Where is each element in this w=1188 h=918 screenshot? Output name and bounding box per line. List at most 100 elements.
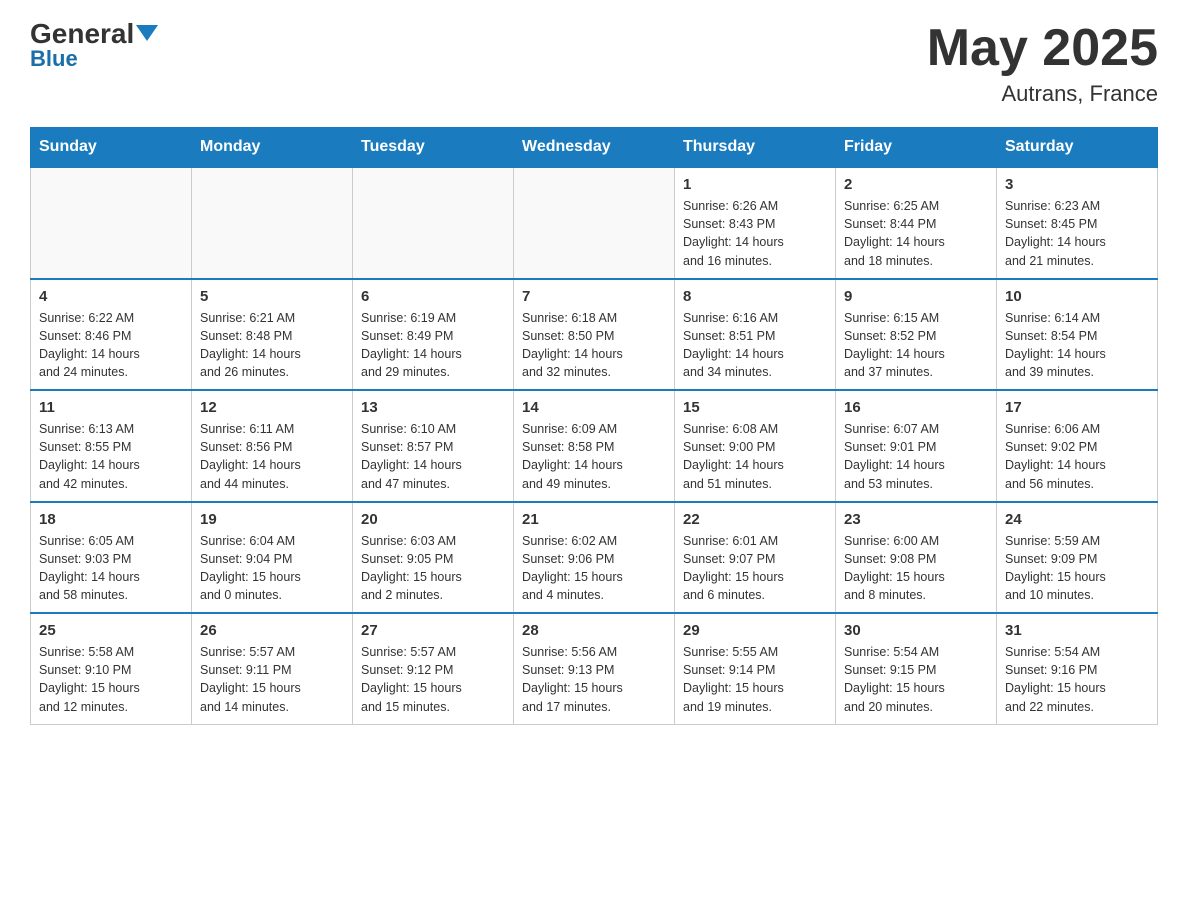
day-info: Sunrise: 6:13 AMSunset: 8:55 PMDaylight:… — [39, 420, 183, 493]
day-info: Sunrise: 6:04 AMSunset: 9:04 PMDaylight:… — [200, 532, 344, 605]
calendar-cell: 31 Sunrise: 5:54 AMSunset: 9:16 PMDayligh… — [997, 613, 1158, 724]
day-info: Sunrise: 6:02 AMSunset: 9:06 PMDaylight:… — [522, 532, 666, 605]
calendar-cell: 14Sunrise: 6:09 AMSunset: 8:58 PMDayligh… — [514, 390, 675, 502]
col-tuesday: Tuesday — [353, 128, 514, 168]
calendar-cell: 5Sunrise: 6:21 AMSunset: 8:48 PMDaylight… — [192, 279, 353, 391]
day-number: 7 — [522, 288, 666, 305]
week-row-1: 1 Sunrise: 6:26 AMSunset: 8:43 PMDaylight… — [31, 167, 1158, 279]
calendar-cell: 1 Sunrise: 6:26 AMSunset: 8:43 PMDaylight… — [675, 167, 836, 279]
calendar-cell: 18 Sunrise: 6:05 AMSunset: 9:03 PMDayligh… — [31, 502, 192, 614]
calendar-cell: 23 Sunrise: 6:00 AMSunset: 9:08 PMDayligh… — [836, 502, 997, 614]
day-number: 20 — [361, 511, 505, 528]
logo-general: General — [30, 20, 134, 48]
day-info: Sunrise: 5:57 AMSunset: 9:11 PMDaylight:… — [200, 643, 344, 716]
day-number: 21 — [522, 511, 666, 528]
day-number: 15 — [683, 399, 827, 416]
day-number: 29 — [683, 622, 827, 639]
day-info: Sunrise: 6:21 AMSunset: 8:48 PMDaylight:… — [200, 309, 344, 382]
col-saturday: Saturday — [997, 128, 1158, 168]
day-info: Sunrise: 6:11 AMSunset: 8:56 PMDaylight:… — [200, 420, 344, 493]
day-info: Sunrise: 6:25 AMSunset: 8:44 PMDaylight:… — [844, 197, 988, 270]
calendar-cell: 26 Sunrise: 5:57 AMSunset: 9:11 PMDayligh… — [192, 613, 353, 724]
calendar-cell: 27Sunrise: 5:57 AMSunset: 9:12 PMDayligh… — [353, 613, 514, 724]
page-header: General Blue May 2025 Autrans, France — [30, 20, 1158, 107]
calendar-cell: 29 Sunrise: 5:55 AMSunset: 9:14 PMDayligh… — [675, 613, 836, 724]
calendar-cell: 20 Sunrise: 6:03 AMSunset: 9:05 PMDayligh… — [353, 502, 514, 614]
day-number: 4 — [39, 288, 183, 305]
calendar-cell: 16Sunrise: 6:07 AMSunset: 9:01 PMDayligh… — [836, 390, 997, 502]
day-info: Sunrise: 6:05 AMSunset: 9:03 PMDaylight:… — [39, 532, 183, 605]
logo-triangle-icon — [136, 25, 158, 41]
calendar-cell: 13 Sunrise: 6:10 AMSunset: 8:57 PMDayligh… — [353, 390, 514, 502]
day-info: Sunrise: 6:08 AMSunset: 9:00 PMDaylight:… — [683, 420, 827, 493]
calendar-cell: 19 Sunrise: 6:04 AMSunset: 9:04 PMDayligh… — [192, 502, 353, 614]
day-info: Sunrise: 6:15 AMSunset: 8:52 PMDaylight:… — [844, 309, 988, 382]
calendar-cell — [514, 167, 675, 279]
calendar-cell: 25Sunrise: 5:58 AMSunset: 9:10 PMDayligh… — [31, 613, 192, 724]
location-subtitle: Autrans, France — [927, 81, 1158, 107]
calendar-cell: 30 Sunrise: 5:54 AMSunset: 9:15 PMDayligh… — [836, 613, 997, 724]
day-info: Sunrise: 6:01 AMSunset: 9:07 PMDaylight:… — [683, 532, 827, 605]
calendar-cell: 3Sunrise: 6:23 AMSunset: 8:45 PMDaylight… — [997, 167, 1158, 279]
day-number: 28 — [522, 622, 666, 639]
calendar-header-row: Sunday Monday Tuesday Wednesday Thursday… — [31, 128, 1158, 168]
day-number: 31 — [1005, 622, 1149, 639]
day-info: Sunrise: 6:14 AMSunset: 8:54 PMDaylight:… — [1005, 309, 1149, 382]
calendar-cell: 9 Sunrise: 6:15 AMSunset: 8:52 PMDaylight… — [836, 279, 997, 391]
day-number: 12 — [200, 399, 344, 416]
month-year-title: May 2025 — [927, 20, 1158, 77]
calendar-table: Sunday Monday Tuesday Wednesday Thursday… — [30, 127, 1158, 725]
day-number: 13 — [361, 399, 505, 416]
day-number: 30 — [844, 622, 988, 639]
day-number: 24 — [1005, 511, 1149, 528]
day-info: Sunrise: 6:06 AMSunset: 9:02 PMDaylight:… — [1005, 420, 1149, 493]
calendar-cell — [353, 167, 514, 279]
col-monday: Monday — [192, 128, 353, 168]
week-row-3: 11 Sunrise: 6:13 AMSunset: 8:55 PMDayligh… — [31, 390, 1158, 502]
day-info: Sunrise: 5:59 AMSunset: 9:09 PMDaylight:… — [1005, 532, 1149, 605]
week-row-4: 18 Sunrise: 6:05 AMSunset: 9:03 PMDayligh… — [31, 502, 1158, 614]
day-number: 11 — [39, 399, 183, 416]
day-info: Sunrise: 6:00 AMSunset: 9:08 PMDaylight:… — [844, 532, 988, 605]
day-number: 6 — [361, 288, 505, 305]
day-info: Sunrise: 6:09 AMSunset: 8:58 PMDaylight:… — [522, 420, 666, 493]
calendar-cell: 6 Sunrise: 6:19 AMSunset: 8:49 PMDaylight… — [353, 279, 514, 391]
day-number: 8 — [683, 288, 827, 305]
day-info: Sunrise: 5:54 AMSunset: 9:16 PMDaylight:… — [1005, 643, 1149, 716]
calendar-cell: 28 Sunrise: 5:56 AMSunset: 9:13 PMDayligh… — [514, 613, 675, 724]
week-row-5: 25Sunrise: 5:58 AMSunset: 9:10 PMDayligh… — [31, 613, 1158, 724]
day-info: Sunrise: 6:26 AMSunset: 8:43 PMDaylight:… — [683, 197, 827, 270]
day-info: Sunrise: 5:54 AMSunset: 9:15 PMDaylight:… — [844, 643, 988, 716]
day-number: 3 — [1005, 176, 1149, 193]
day-number: 23 — [844, 511, 988, 528]
day-number: 22 — [683, 511, 827, 528]
day-number: 9 — [844, 288, 988, 305]
day-number: 1 — [683, 176, 827, 193]
calendar-cell: 21 Sunrise: 6:02 AMSunset: 9:06 PMDayligh… — [514, 502, 675, 614]
logo: General Blue — [30, 20, 158, 72]
day-info: Sunrise: 6:10 AMSunset: 8:57 PMDaylight:… — [361, 420, 505, 493]
calendar-cell: 11 Sunrise: 6:13 AMSunset: 8:55 PMDayligh… — [31, 390, 192, 502]
calendar-cell: 8 Sunrise: 6:16 AMSunset: 8:51 PMDaylight… — [675, 279, 836, 391]
day-info: Sunrise: 6:18 AMSunset: 8:50 PMDaylight:… — [522, 309, 666, 382]
day-info: Sunrise: 6:22 AMSunset: 8:46 PMDaylight:… — [39, 309, 183, 382]
calendar-cell: 10Sunrise: 6:14 AMSunset: 8:54 PMDayligh… — [997, 279, 1158, 391]
day-info: Sunrise: 5:58 AMSunset: 9:10 PMDaylight:… — [39, 643, 183, 716]
day-number: 2 — [844, 176, 988, 193]
day-number: 19 — [200, 511, 344, 528]
day-info: Sunrise: 6:03 AMSunset: 9:05 PMDaylight:… — [361, 532, 505, 605]
calendar-cell: 22 Sunrise: 6:01 AMSunset: 9:07 PMDayligh… — [675, 502, 836, 614]
day-number: 26 — [200, 622, 344, 639]
day-number: 18 — [39, 511, 183, 528]
logo-blue: Blue — [30, 46, 78, 72]
day-info: Sunrise: 6:07 AMSunset: 9:01 PMDaylight:… — [844, 420, 988, 493]
title-block: May 2025 Autrans, France — [927, 20, 1158, 107]
calendar-cell: 24 Sunrise: 5:59 AMSunset: 9:09 PMDayligh… — [997, 502, 1158, 614]
day-info: Sunrise: 6:16 AMSunset: 8:51 PMDaylight:… — [683, 309, 827, 382]
day-info: Sunrise: 5:55 AMSunset: 9:14 PMDaylight:… — [683, 643, 827, 716]
calendar-cell: 2 Sunrise: 6:25 AMSunset: 8:44 PMDaylight… — [836, 167, 997, 279]
day-info: Sunrise: 5:56 AMSunset: 9:13 PMDaylight:… — [522, 643, 666, 716]
calendar-cell: 4 Sunrise: 6:22 AMSunset: 8:46 PMDaylight… — [31, 279, 192, 391]
day-info: Sunrise: 6:19 AMSunset: 8:49 PMDaylight:… — [361, 309, 505, 382]
col-thursday: Thursday — [675, 128, 836, 168]
